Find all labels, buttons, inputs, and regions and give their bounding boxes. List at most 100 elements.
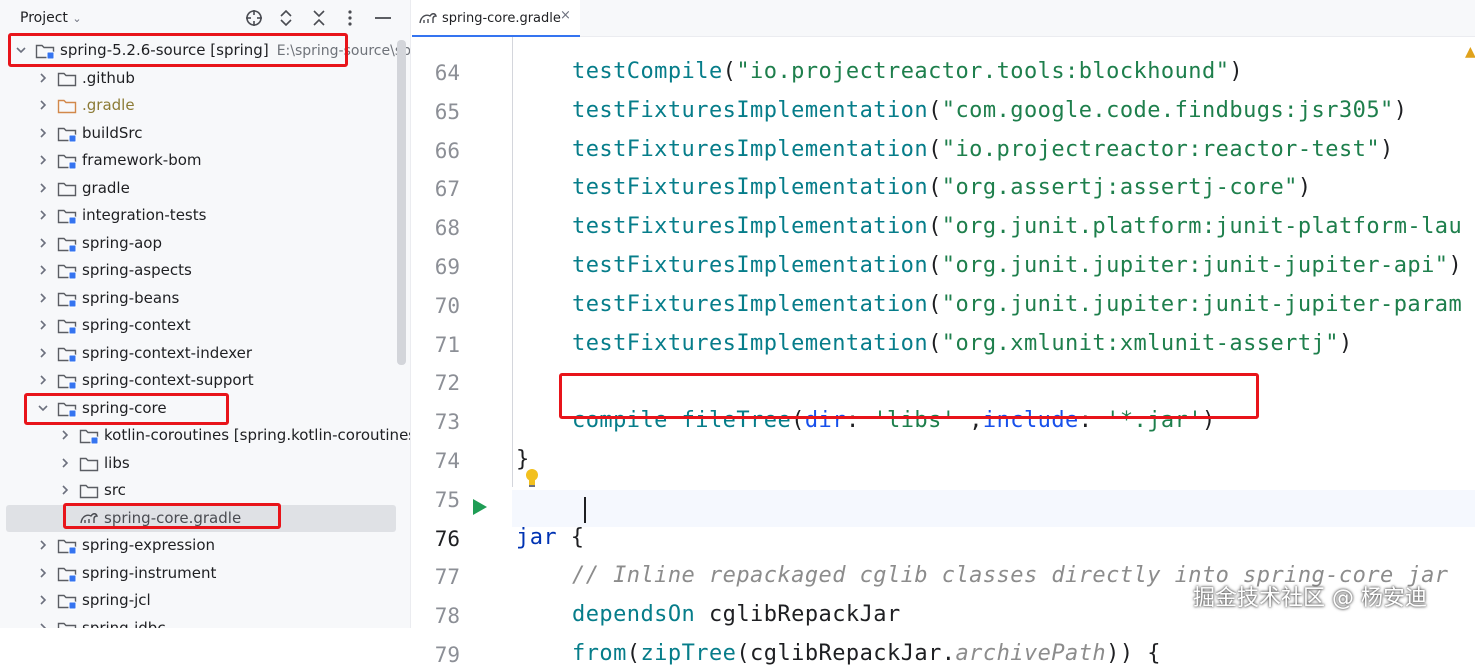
tree-item[interactable]: spring-expression <box>6 532 396 559</box>
tree-scrollbar[interactable] <box>397 40 406 365</box>
run-gutter-icon[interactable] <box>472 498 488 516</box>
tree-item[interactable]: .github <box>6 65 396 92</box>
module-folder-icon <box>57 565 77 583</box>
code-line: testFixturesImplementation("org.junit.pl… <box>572 214 1462 239</box>
chevron-right-icon[interactable] <box>37 182 49 194</box>
chevron-right-icon[interactable] <box>37 154 49 166</box>
tree-item[interactable]: gradle <box>6 175 396 202</box>
code-token: ) <box>1380 136 1394 162</box>
line-number: 69 <box>434 255 460 279</box>
tree-item[interactable]: spring-aspects <box>6 257 396 284</box>
code-token: "org.junit.jupiter:junit-jupiter-api" <box>941 253 1449 278</box>
line-number: 73 <box>434 410 460 435</box>
module-folder-icon <box>57 620 77 628</box>
module-folder-icon <box>57 372 77 390</box>
module-folder-icon <box>57 537 77 555</box>
tree-item[interactable]: spring-jdbc <box>6 615 396 628</box>
crosshair-icon[interactable] <box>242 6 266 30</box>
tree-item[interactable]: integration-tests <box>6 202 396 229</box>
tree-item-label: kotlin-coroutines [spring.kotlin-corouti… <box>104 426 411 444</box>
tree-item-label: spring-aspects <box>82 261 192 279</box>
tree-item[interactable]: spring-context <box>6 312 396 339</box>
chevron-right-icon[interactable] <box>37 237 49 249</box>
chevron-right-icon[interactable] <box>59 457 71 469</box>
lightbulb-icon[interactable] <box>524 468 540 488</box>
chevron-right-icon[interactable] <box>37 539 49 551</box>
chevron-right-icon[interactable] <box>37 127 49 139</box>
chevron-right-icon[interactable] <box>37 292 49 304</box>
module-folder-icon <box>57 125 77 143</box>
line-number: 77 <box>434 565 460 590</box>
text-caret <box>584 497 586 523</box>
watermark: 掘金技术社区 @ 杨安迪 <box>1193 586 1427 611</box>
code-token: zipTree <box>640 641 737 666</box>
tree-item[interactable]: spring-context-support <box>6 367 396 394</box>
line-number: 75 <box>434 487 460 512</box>
tree-item[interactable]: src <box>6 477 396 504</box>
tree-item[interactable]: framework-bom <box>6 147 396 174</box>
code-line: testFixturesImplementation("org.assertj:… <box>572 175 1312 200</box>
project-panel-title[interactable]: Project ⌄ <box>20 10 82 26</box>
code-token: "org.assertj:assertj-core" <box>941 175 1298 201</box>
project-panel: Project ⌄ spring-5.2.6-source [spring] E:… <box>0 0 411 628</box>
tree-item[interactable]: spring-jcl <box>6 587 396 614</box>
close-icon[interactable]: × <box>560 8 571 23</box>
code-token: ( <box>928 175 942 201</box>
code-token: { <box>557 524 585 550</box>
tree-item-label: spring-context <box>82 316 191 334</box>
chevron-right-icon[interactable] <box>37 264 49 276</box>
line-number: 70 <box>434 293 460 318</box>
chevron-right-icon[interactable] <box>37 594 49 606</box>
chevron-right-icon[interactable] <box>37 209 49 221</box>
folder-icon <box>79 455 99 473</box>
code-token: dependsOn <box>572 602 696 628</box>
code-token: testFixturesImplementation <box>572 214 929 240</box>
project-panel-header: Project ⌄ <box>0 0 410 36</box>
code-token: ( <box>928 291 942 317</box>
warning-icon[interactable]: ▲ <box>1465 44 1475 64</box>
code-token: testFixturesImplementation <box>572 253 929 278</box>
tree-item-label: gradle <box>82 178 130 197</box>
code-token: (cglibRepackJar. <box>736 641 956 666</box>
expand-collapse-icon[interactable] <box>274 6 298 30</box>
chevron-right-icon[interactable] <box>37 347 49 359</box>
code-token: cglibRepackJar <box>695 602 901 628</box>
tree-item[interactable]: libs <box>6 450 396 477</box>
more-icon[interactable] <box>338 6 362 30</box>
tab-spring-core-gradle[interactable]: spring-core.gradle × <box>412 0 580 37</box>
tree-item[interactable]: spring-aop <box>6 230 396 257</box>
code-token: "org.junit.platform:junit-platform-lau <box>941 214 1463 240</box>
tree-item-label: src <box>104 481 126 499</box>
tree-item[interactable]: .gradle <box>6 92 396 119</box>
chevron-right-icon[interactable] <box>37 622 49 628</box>
code-editor[interactable]: spring-core.gradle × 64 65 66 67 68 69 70 71 72 7… <box>412 0 1475 667</box>
current-line-highlight <box>512 490 1475 527</box>
chevron-right-icon[interactable] <box>37 567 49 579</box>
folder-icon <box>57 70 77 88</box>
folder-icon <box>79 482 99 500</box>
chevron-right-icon[interactable] <box>37 72 49 84</box>
code-token: testFixturesImplementation <box>572 175 929 201</box>
chevron-right-icon[interactable] <box>37 374 49 386</box>
tree-item[interactable]: buildSrc <box>6 120 396 147</box>
chevron-right-icon[interactable] <box>59 484 71 496</box>
tree-item[interactable]: spring-instrument <box>6 560 396 587</box>
chevron-right-icon[interactable] <box>59 429 71 441</box>
tree-item-label: .gradle <box>82 96 135 114</box>
tree-item[interactable]: spring-beans <box>6 285 396 312</box>
chevron-right-icon[interactable] <box>37 319 49 331</box>
line-number: 71 <box>434 332 460 357</box>
minimize-icon[interactable] <box>371 6 395 30</box>
code-token: ( <box>722 59 737 84</box>
chevron-right-icon[interactable] <box>37 99 49 111</box>
line-number: 76 <box>434 526 460 551</box>
tree-item-label: spring-beans <box>82 288 180 307</box>
module-folder-icon <box>57 262 77 280</box>
code-line: from(zipTree(cglibRepackJar.archivePath)… <box>572 641 1161 666</box>
tree-item[interactable]: spring-context-indexer <box>6 340 396 367</box>
code-line: testFixturesImplementation("com.google.c… <box>572 98 1407 123</box>
folder-icon <box>57 180 77 198</box>
tree-item[interactable]: kotlin-coroutines [spring.kotlin-corouti… <box>6 422 410 449</box>
code-token: ) <box>1297 175 1312 201</box>
collapse-all-icon[interactable] <box>307 6 331 30</box>
